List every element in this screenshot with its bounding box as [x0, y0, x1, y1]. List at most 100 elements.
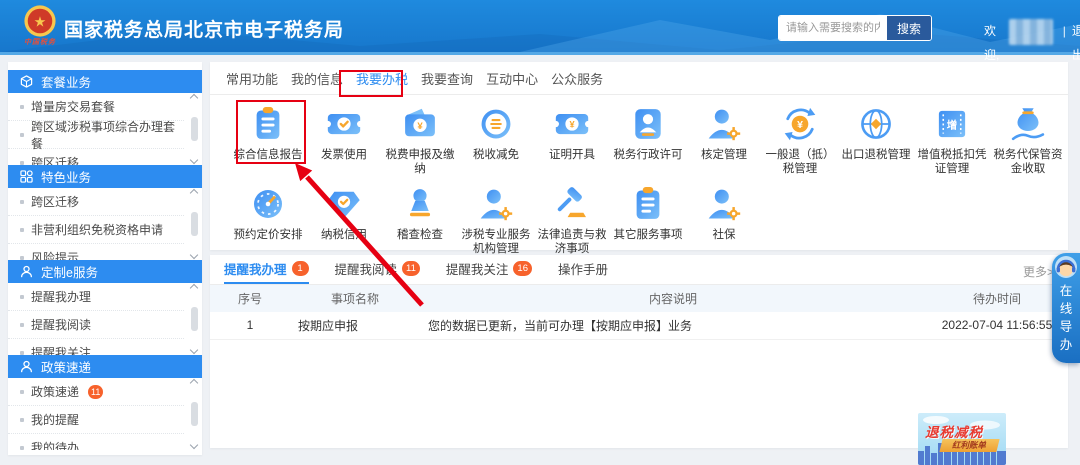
cube-icon	[20, 75, 33, 88]
main-tab-2[interactable]: 我的信息	[290, 69, 344, 88]
main-tab-3[interactable]: 我要办税	[355, 69, 409, 88]
online-guide-tab[interactable]: 在线导办	[1052, 253, 1080, 363]
search-button[interactable]: 搜索	[887, 16, 931, 40]
table-cell: 2022-07-04 11:56:55	[926, 312, 1068, 339]
service-item[interactable]: 核定管理	[686, 103, 762, 177]
sidebar-section-title: 定制e服务	[41, 262, 98, 281]
sidebar-section-header-2[interactable]: 特色业务	[8, 165, 202, 188]
service-item[interactable]: ¥税费申报及缴纳	[382, 103, 458, 177]
service-item[interactable]: 出口退税管理	[838, 103, 914, 177]
service-item[interactable]: 发票使用	[306, 103, 382, 177]
reminder-tab-4[interactable]: 操作手册	[558, 255, 608, 284]
scroll-down-icon[interactable]	[190, 346, 198, 354]
service-item[interactable]: 法律追责与救济事项	[534, 183, 610, 257]
person-gear-icon	[703, 183, 745, 225]
sidebar-item-label: 我的提醒	[31, 411, 79, 428]
sidebar-item[interactable]: 政策速递11	[8, 378, 184, 406]
logout-link[interactable]: 退出	[1072, 19, 1080, 67]
column-header: 内容说明	[420, 285, 926, 312]
reminder-tab-2[interactable]: 提醒我阅读11	[335, 255, 420, 284]
service-item[interactable]: 综合信息报告	[230, 103, 306, 177]
service-item[interactable]: ¥证明开具	[534, 103, 610, 177]
sidebar-item-label: 提醒我关注	[31, 344, 91, 355]
sidebar-item[interactable]: 提醒我阅读	[8, 311, 184, 339]
service-label: 发票使用	[321, 148, 367, 162]
service-item[interactable]: 稽查检查	[382, 183, 458, 257]
main-tab-5[interactable]: 互动中心	[485, 69, 539, 88]
search-input[interactable]	[779, 16, 887, 40]
service-item[interactable]: 税收减免	[458, 103, 534, 177]
bullet-icon	[20, 200, 24, 204]
bullet-icon	[20, 256, 24, 260]
scrollbar[interactable]	[188, 190, 200, 258]
globe-icon	[855, 103, 897, 145]
sidebar-item[interactable]: 跨区域涉税事项综合办理套餐	[8, 121, 184, 149]
sidebar-item[interactable]: 非营利组织免税资格申请	[8, 216, 184, 244]
scroll-down-icon[interactable]	[190, 251, 198, 259]
service-item[interactable]: 纳税信用	[306, 183, 382, 257]
scroll-up-icon[interactable]	[190, 189, 198, 197]
service-label: 税务代保管资金收取	[990, 148, 1066, 177]
sidebar-item[interactable]: 风险提示	[8, 244, 184, 260]
main-panel: 常用功能我的信息我要办税我要查询互动中心公众服务 综合信息报告发票使用 ¥税费申报…	[210, 62, 1068, 250]
promo-title: 退税减税	[925, 421, 983, 441]
main-tab-4[interactable]: 我要查询	[420, 69, 474, 88]
online-guide-label: 在线导办	[1060, 282, 1073, 354]
sidebar-section-header-1[interactable]: 套餐业务	[8, 70, 202, 93]
service-item[interactable]: 税务行政许可	[610, 103, 686, 177]
scroll-up-icon[interactable]	[190, 94, 198, 102]
service-item[interactable]: 涉税专业服务机构管理	[458, 183, 534, 257]
table-cell: 按期应申报	[290, 312, 420, 339]
service-item[interactable]: 预约定价安排	[230, 183, 306, 257]
reminder-tab-1[interactable]: 提醒我办理1	[224, 255, 309, 284]
sidebar-section-header-3[interactable]: 定制e服务	[8, 260, 202, 283]
scroll-down-icon[interactable]	[190, 156, 198, 164]
service-item[interactable]: ¥一般退（抵）税管理	[762, 103, 838, 177]
sidebar-item[interactable]: 跨区迁移	[8, 188, 184, 216]
scroll-down-icon[interactable]	[190, 441, 198, 449]
scrollbar[interactable]	[188, 95, 200, 163]
scrollbar[interactable]	[188, 285, 200, 353]
sidebar-section-title: 政策速递	[41, 357, 91, 376]
welcome-label: 欢迎,	[984, 19, 1005, 67]
divider: |	[1063, 19, 1066, 43]
sidebar-item-label: 提醒我阅读	[31, 316, 91, 333]
sidebar-item[interactable]: 提醒我关注	[8, 339, 184, 355]
service-item[interactable]: 其它服务事项	[610, 183, 686, 257]
gavel-icon	[551, 183, 593, 225]
ticket-check-icon	[323, 103, 365, 145]
promo-banner[interactable]: 退税减税 红利账单	[918, 413, 1006, 465]
more-link[interactable]: 更多>	[1023, 263, 1054, 280]
sidebar-item[interactable]: 我的待办	[8, 434, 184, 450]
sidebar-item-label: 政策速递	[31, 383, 79, 400]
sidebar-item[interactable]: 提醒我办理	[8, 283, 184, 311]
scroll-up-icon[interactable]	[190, 284, 198, 292]
scrollbar-thumb[interactable]	[191, 402, 198, 426]
scrollbar-thumb[interactable]	[191, 212, 198, 236]
reminder-tab-3[interactable]: 提醒我关注16	[446, 255, 532, 284]
service-label: 纳税信用	[321, 228, 367, 242]
app-window: ★ 中国税务 国家税务总局北京市电子税务局 搜索 欢迎, | 退出 套餐业务增量…	[0, 0, 1080, 465]
service-item[interactable]: 社保	[686, 183, 762, 257]
sidebar-section-header-4[interactable]: 政策速递	[8, 355, 202, 378]
clipboard-icon	[247, 103, 289, 145]
bullet-icon	[20, 446, 24, 450]
scroll-up-icon[interactable]	[190, 379, 198, 387]
count-badge: 1	[292, 261, 309, 276]
refund-cycle-icon: ¥	[779, 103, 821, 145]
main-tab-1[interactable]: 常用功能	[225, 69, 279, 88]
sidebar-section-list: 提醒我办理提醒我阅读提醒我关注	[8, 283, 202, 355]
user-area: 欢迎, | 退出	[984, 19, 1080, 67]
service-label: 社保	[713, 228, 736, 242]
svg-text:¥: ¥	[417, 121, 423, 132]
service-item[interactable]: 税务代保管资金收取	[990, 103, 1066, 177]
main-tab-6[interactable]: 公众服务	[550, 69, 604, 88]
service-label: 涉税专业服务机构管理	[458, 228, 534, 257]
scrollbar-thumb[interactable]	[191, 117, 198, 141]
scrollbar-thumb[interactable]	[191, 307, 198, 331]
sidebar-item[interactable]: 我的提醒	[8, 406, 184, 434]
service-item[interactable]: 增增值税抵扣凭证管理	[914, 103, 990, 177]
table-row[interactable]: 1按期应申报您的数据已更新，当前可办理【按期应申报】业务2022-07-04 1…	[210, 312, 1068, 339]
scrollbar[interactable]	[188, 380, 200, 448]
column-header: 事项名称	[290, 285, 420, 312]
